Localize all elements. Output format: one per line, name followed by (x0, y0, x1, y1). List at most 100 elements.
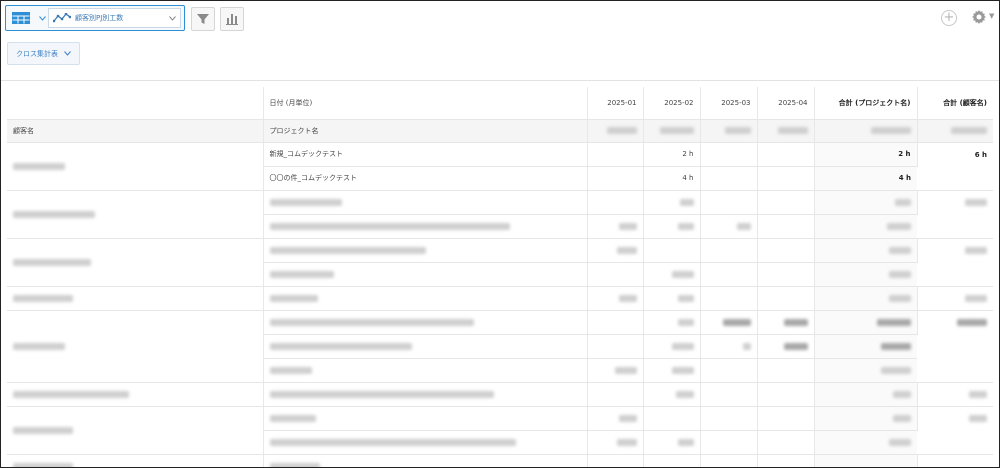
header-project[interactable]: プロジェクト名 (263, 119, 588, 143)
app-frame: 顧客別PJ別工数 + ▼ クロス集計表 日付 (月単位) 2025-01 202… (0, 0, 1000, 468)
gear-icon[interactable] (971, 9, 987, 25)
project-cell[interactable]: 新規_コムデックテスト (263, 142, 588, 167)
table-row (7, 454, 993, 467)
customer-cell (7, 310, 264, 383)
project-cell (263, 430, 588, 455)
value-cell (587, 166, 644, 191)
value-cell (814, 310, 918, 335)
filter-button[interactable] (191, 7, 215, 31)
value-cell (587, 262, 644, 287)
value-cell (700, 286, 758, 311)
customer-cell (7, 406, 264, 455)
table-row (7, 382, 993, 407)
value-cell (643, 190, 701, 215)
value-cell (700, 406, 758, 431)
value-cell (587, 238, 644, 263)
value-cell (643, 430, 701, 455)
header-row-dates: 日付 (月単位) 2025-01 2025-02 2025-03 2025-04… (7, 87, 993, 120)
value-cell (814, 382, 918, 407)
toolbar: 顧客別PJ別工数 + ▼ (1, 1, 999, 37)
value-cell (757, 166, 815, 191)
value-cell (700, 262, 758, 287)
blurred-cell (700, 119, 758, 143)
table-row (7, 286, 993, 311)
value-cell: 2 h (643, 142, 701, 167)
value-cell (814, 238, 918, 263)
header-row-fields: 顧客名 プロジェクト名 (7, 119, 993, 143)
project-cell (263, 262, 588, 287)
customer-cell (7, 190, 264, 239)
value-cell (700, 358, 758, 383)
blurred-cell (757, 119, 815, 143)
value-cell (587, 334, 644, 359)
blurred-cell (643, 119, 701, 143)
customer-cell (7, 142, 264, 191)
table-row (7, 190, 993, 239)
cross-tab-label: クロス集計表 (16, 49, 58, 58)
value-cell (700, 214, 758, 239)
value-cell (643, 286, 701, 311)
chevron-down-icon (169, 15, 176, 21)
value-cell (587, 406, 644, 431)
value-cell (917, 406, 993, 455)
value-cell (814, 262, 917, 287)
value-cell (587, 214, 644, 239)
customer-total-cell: 6 h (917, 142, 993, 191)
table-row (7, 310, 993, 383)
view-switcher[interactable]: 顧客別PJ別工数 (5, 5, 185, 31)
view-select[interactable]: 顧客別PJ別工数 (48, 8, 181, 28)
value-cell (587, 310, 644, 335)
table-view-button[interactable] (6, 6, 36, 30)
divider (1, 80, 999, 81)
view-type-chevron-down-icon[interactable] (36, 6, 48, 30)
project-total-cell: 2 h (814, 142, 918, 167)
blurred-cell (917, 119, 993, 143)
value-cell (700, 142, 758, 167)
value-cell (700, 430, 758, 455)
value-cell (700, 166, 758, 191)
value-cell (700, 382, 758, 407)
project-cell (263, 310, 588, 335)
value-cell (700, 190, 758, 215)
value-cell (814, 214, 917, 239)
value-cell (814, 190, 918, 215)
filter-icon (197, 14, 209, 24)
header-month-2[interactable]: 2025-02 (643, 87, 701, 120)
line-chart-icon (53, 13, 71, 23)
project-cell (263, 382, 588, 407)
project-total-cell: 4 h (814, 166, 917, 191)
value-cell (700, 334, 758, 359)
value-cell (587, 454, 644, 467)
value-cell (757, 382, 815, 407)
value-cell (643, 238, 701, 263)
header-month-4[interactable]: 2025-04 (757, 87, 815, 120)
cross-tab-button[interactable]: クロス集計表 (7, 42, 80, 65)
value-cell (643, 310, 701, 335)
customer-cell (7, 238, 264, 287)
project-cell (263, 214, 588, 239)
value-cell (757, 142, 815, 167)
header-month-1[interactable]: 2025-01 (587, 87, 644, 120)
value-cell (643, 358, 701, 383)
header-empty (7, 87, 264, 120)
header-customer[interactable]: 顧客名 (7, 119, 264, 143)
value-cell (643, 382, 701, 407)
value-cell (757, 214, 815, 239)
value-cell (757, 190, 815, 215)
value-cell (643, 454, 701, 467)
value-cell (757, 286, 815, 311)
value-cell (587, 190, 644, 215)
project-cell (263, 358, 588, 383)
header-month-3[interactable]: 2025-03 (700, 87, 758, 120)
blurred-cell (814, 119, 918, 143)
graph-button[interactable] (220, 7, 244, 31)
project-cell[interactable]: 〇〇の件_コムデックテスト (263, 166, 588, 191)
settings-chevron-down-icon[interactable]: ▼ (989, 12, 994, 20)
add-record-button[interactable]: + (941, 10, 957, 26)
value-cell (757, 406, 815, 431)
header-date-label: 日付 (月単位) (263, 87, 588, 120)
value-cell (917, 238, 993, 287)
value-cell (587, 382, 644, 407)
value-cell (643, 406, 701, 431)
value-cell (814, 358, 917, 383)
